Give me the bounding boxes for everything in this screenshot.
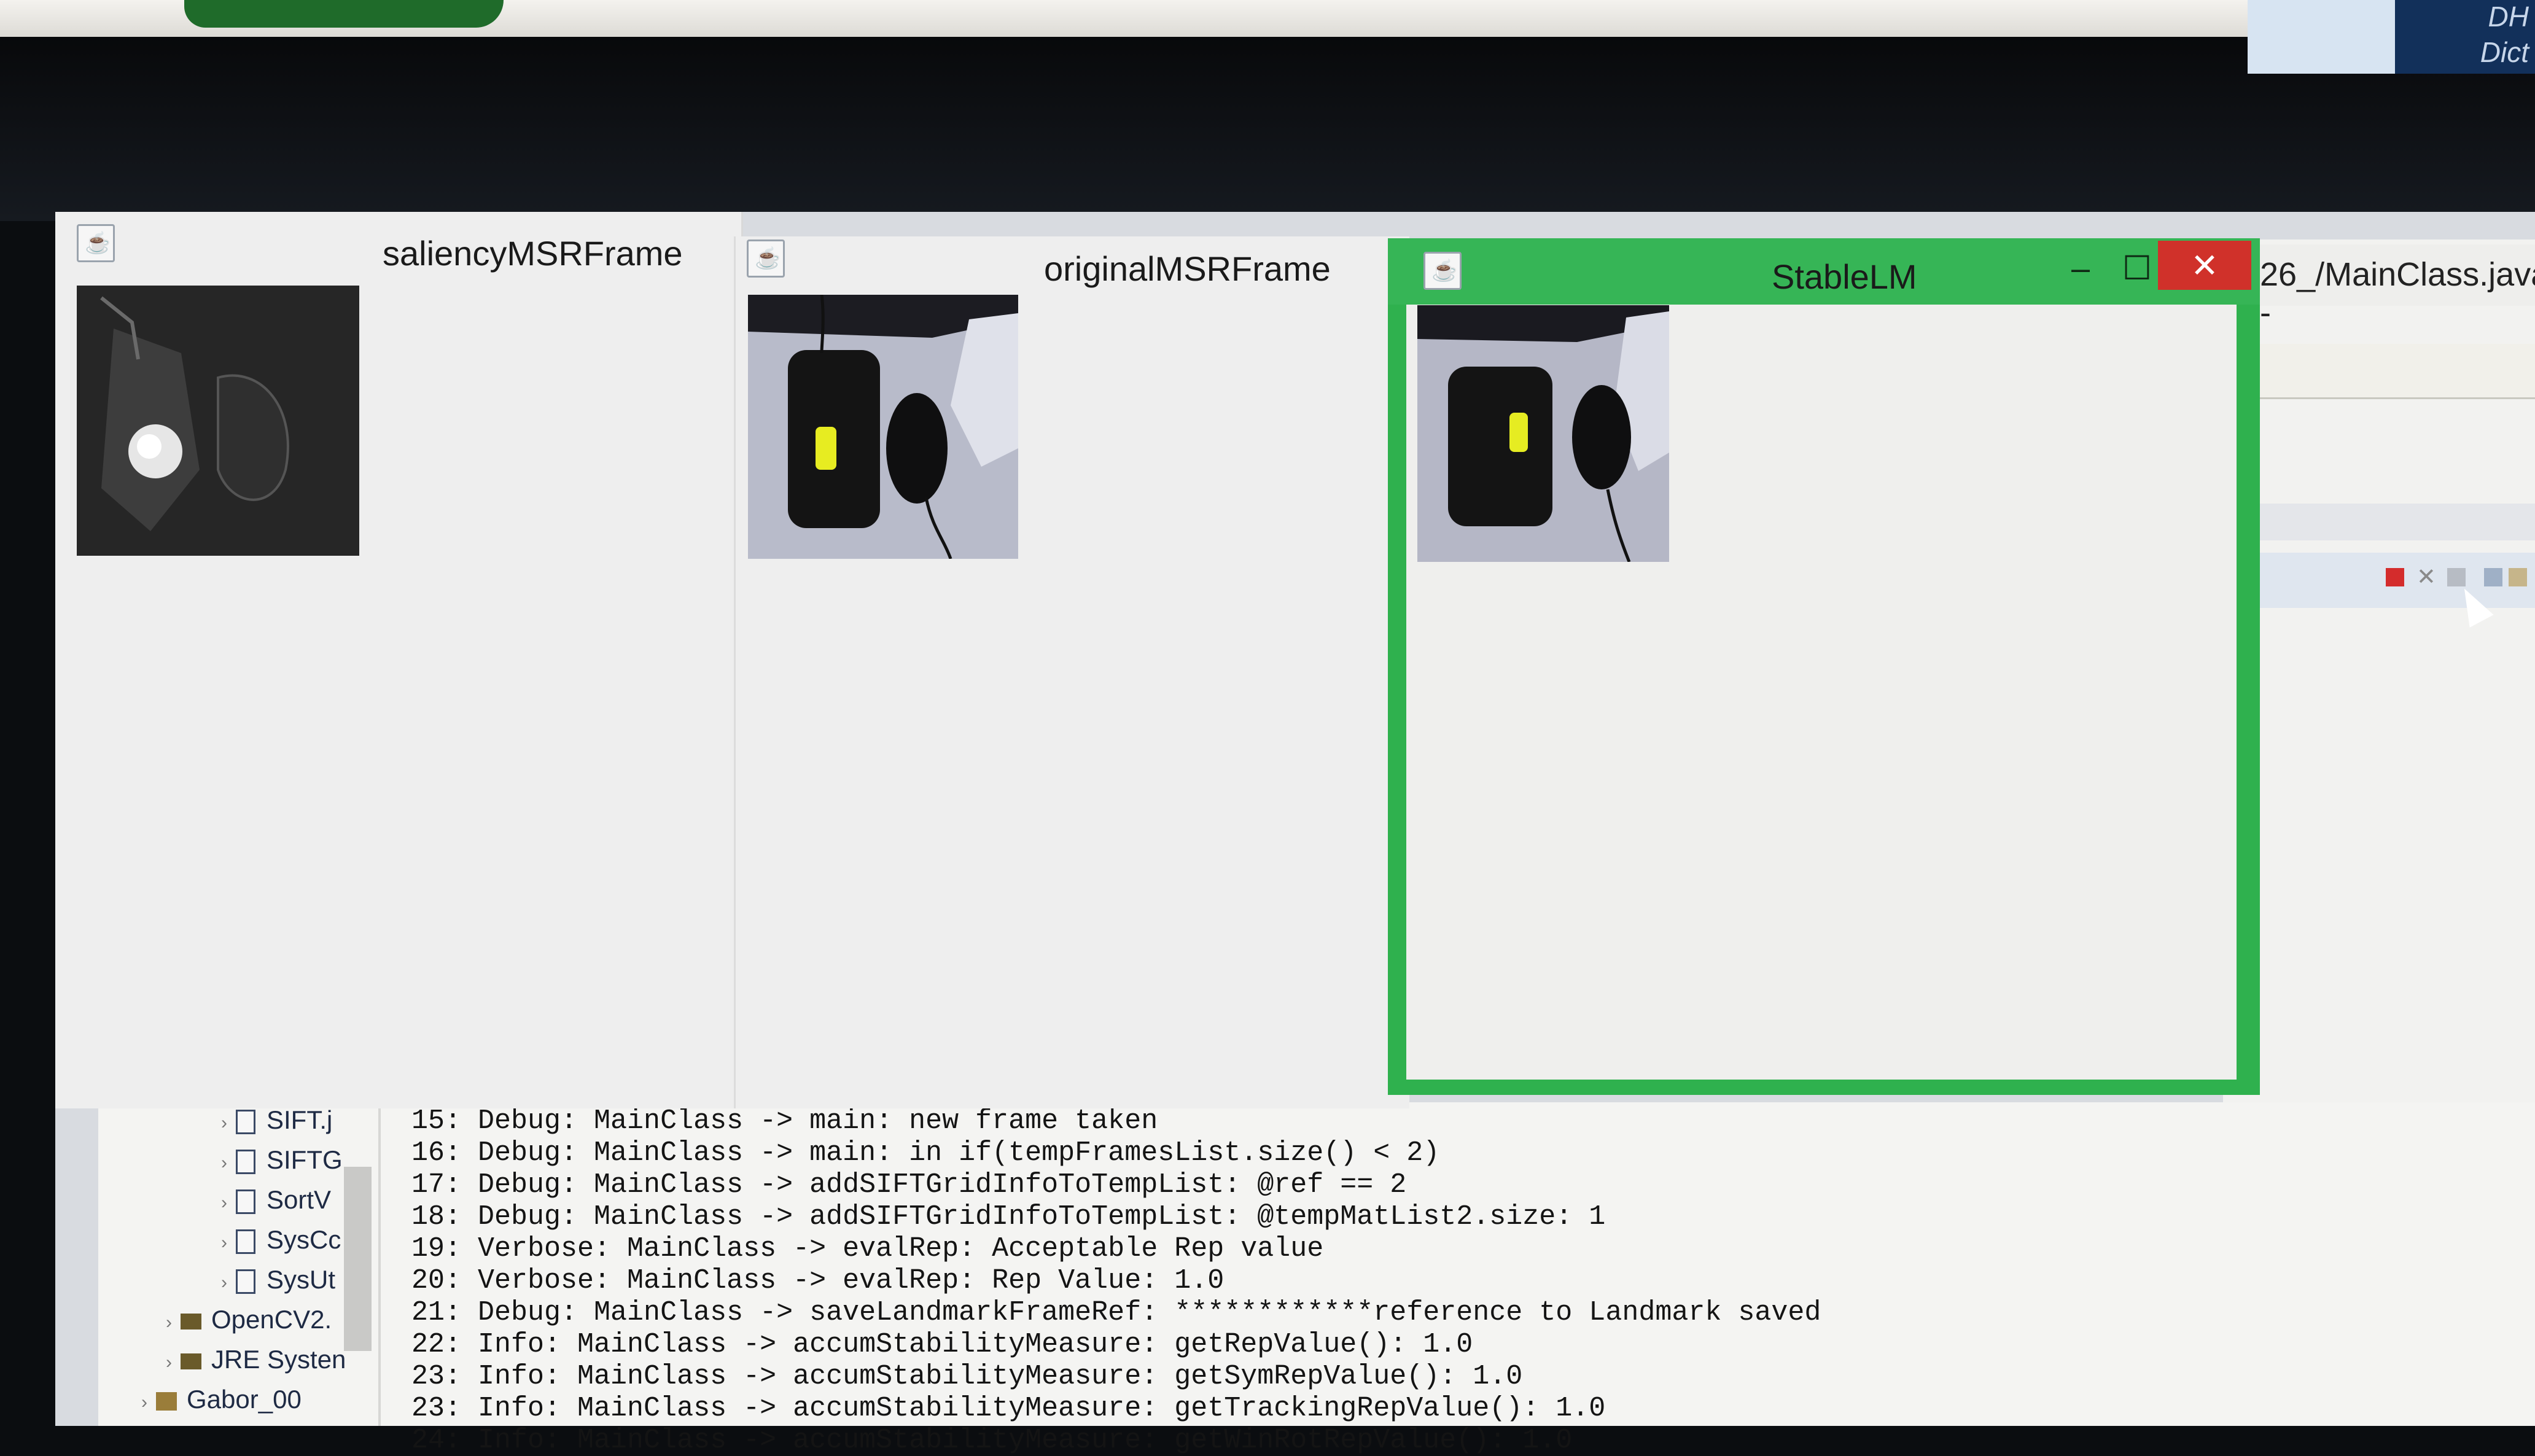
window-title: originalMSRFrame: [1044, 249, 1331, 288]
plant-leaf: [184, 0, 504, 28]
tree-item[interactable]: › SysUt: [221, 1265, 335, 1294]
window-title: StableLM: [1772, 257, 1917, 296]
saliency-map-image: [77, 286, 359, 556]
ide-divider-strip: [2248, 504, 2535, 540]
tree-item[interactable]: › SIFTG: [221, 1145, 343, 1175]
background-window-text-1: DH: [2488, 1, 2529, 33]
remove-all-icon[interactable]: [2447, 568, 2466, 586]
console-toolbar: ✕: [2248, 553, 2535, 608]
tree-item[interactable]: › JRE Systen: [166, 1345, 346, 1374]
tree-item[interactable]: › OpenCV2.: [166, 1305, 332, 1334]
background-window-text-2: Dict: [2480, 36, 2529, 68]
console-line: 17: Debug: MainClass -> addSIFTGridInfoT…: [411, 1169, 1407, 1201]
tree-item[interactable]: › SortV: [221, 1185, 331, 1215]
stable-landmark-image: [1417, 305, 1669, 562]
original-frame-window[interactable]: ☕ originalMSRFrame: [734, 236, 1409, 1108]
console-line: 22: Info: MainClass -> accumStabilityMea…: [411, 1329, 1473, 1360]
tree-scrollbar[interactable]: [344, 1167, 372, 1351]
editor-tab[interactable]: 26_/MainClass.java -: [2260, 244, 2535, 331]
console-output: 15: Debug: MainClass -> main: new frame …: [411, 1105, 2499, 1456]
console-line: 24: Info: MainClass -> accumStabilityMea…: [411, 1425, 1573, 1456]
remove-launch-icon[interactable]: ✕: [2416, 566, 2436, 589]
java-cup-icon[interactable]: ☕: [77, 224, 115, 262]
laptop-bezel: [0, 37, 2535, 221]
window-title: saliencyMSRFrame: [383, 234, 683, 273]
window-titlebar[interactable]: ☕ StableLM – ☐ ✕: [1388, 238, 2260, 305]
console-line: 18: Debug: MainClass -> addSIFTGridInfoT…: [411, 1201, 1606, 1232]
console-line: 23: Info: MainClass -> accumStabilityMea…: [411, 1361, 1523, 1392]
ide-toolbar-field[interactable]: [2254, 344, 2535, 399]
java-cup-icon[interactable]: ☕: [747, 239, 785, 278]
original-camera-image: [748, 295, 1018, 559]
console-line: 23: Info: MainClass -> accumStabilityMea…: [411, 1393, 1606, 1424]
terminate-icon[interactable]: [2386, 568, 2404, 586]
console-line: 21: Debug: MainClass -> saveLandmarkFram…: [411, 1297, 1821, 1328]
minimize-button[interactable]: –: [2054, 243, 2108, 294]
maximize-button[interactable]: ☐: [2110, 243, 2164, 294]
console-line: 20: Verbose: MainClass -> evalRep: Rep V…: [411, 1265, 1225, 1296]
scroll-lock-icon[interactable]: [2484, 568, 2502, 586]
java-cup-icon[interactable]: ☕: [1423, 252, 1462, 290]
tree-item[interactable]: › Gabor_00: [141, 1385, 302, 1414]
pin-console-icon[interactable]: [2509, 568, 2527, 586]
tree-item[interactable]: › SysCc: [221, 1225, 341, 1255]
close-button[interactable]: ✕: [2158, 241, 2251, 290]
background-window: DH Dict: [2248, 0, 2535, 74]
console-line: 19: Verbose: MainClass -> evalRep: Accep…: [411, 1233, 1324, 1264]
package-explorer: › SIFT.j › SIFTG › SortV › SysCc › SysUt › Ope…: [104, 1105, 381, 1426]
tree-item[interactable]: › SIFT.j: [221, 1105, 332, 1135]
saliency-frame-window[interactable]: ☕ saliencyMSRFrame: [55, 212, 743, 1108]
console-line: 15: Debug: MainClass -> main: new frame …: [411, 1105, 1158, 1137]
console-line: 16: Debug: MainClass -> main: in if(temp…: [411, 1137, 1440, 1169]
